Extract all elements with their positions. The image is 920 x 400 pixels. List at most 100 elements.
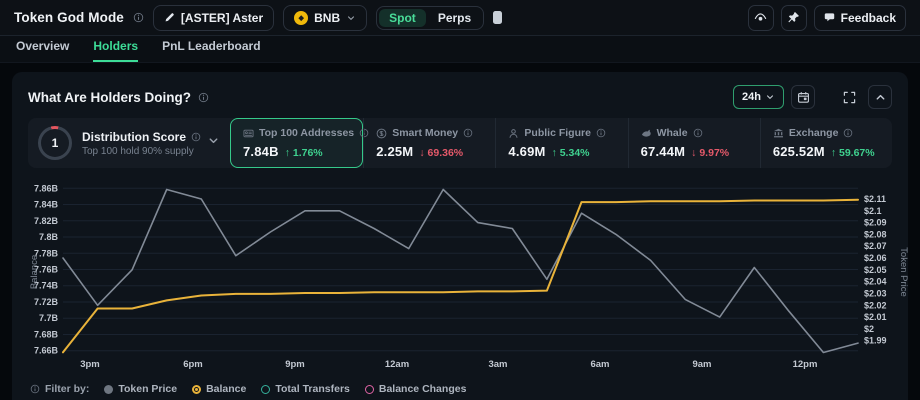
x-axis-tick: 12am — [385, 359, 409, 370]
chain-label: BNB — [314, 11, 340, 25]
stats-row: 1 Distribution Score Top 100 hold 90% su… — [28, 118, 892, 168]
stat-change: ↓ 9.97% — [691, 147, 729, 159]
balance-changes-radio-icon — [365, 385, 374, 394]
panel-header: What Are Holders Doing? 24h — [12, 72, 908, 118]
stat-label: Smart Money — [392, 127, 458, 139]
right-axis-tick: $2.11 — [864, 194, 886, 204]
left-axis-tick: 7.8B — [39, 232, 59, 242]
feedback-label: Feedback — [841, 11, 896, 25]
right-axis-tick: $2.05 — [864, 265, 887, 275]
watch-eye-button[interactable] — [748, 5, 774, 31]
info-icon[interactable] — [191, 132, 201, 142]
stat-label: Whale — [657, 127, 688, 139]
left-axis-tick: 7.7B — [39, 313, 59, 323]
x-axis-tick: 12pm — [793, 359, 818, 370]
stat-card-top-100-addresses[interactable]: Top 100 Addresses 7.84B ↑ 1.76% — [230, 118, 363, 168]
bank-icon — [773, 128, 784, 139]
right-axis-tick: $2.08 — [864, 229, 887, 239]
spot-tab[interactable]: Spot — [379, 9, 426, 27]
distribution-score-card[interactable]: 1 Distribution Score Top 100 hold 90% su… — [28, 118, 230, 168]
timeframe-select[interactable]: 24h — [733, 85, 784, 109]
balance-radio-icon — [192, 385, 201, 394]
right-axis-tick: $2.01 — [864, 312, 887, 322]
chevron-down-icon — [346, 13, 356, 23]
stat-change: ↓ 69.36% — [419, 147, 463, 159]
tab-overview[interactable]: Overview — [16, 39, 69, 62]
x-axis-tick: 9pm — [285, 359, 305, 370]
feedback-button[interactable]: Feedback — [814, 5, 906, 31]
filter-total-transfers[interactable]: Total Transfers — [261, 383, 350, 395]
chevron-down-icon[interactable] — [207, 134, 220, 152]
stat-value: 4.69M — [508, 144, 545, 159]
stat-change: ↑ 59.67% — [831, 147, 875, 159]
info-icon[interactable] — [30, 384, 40, 394]
id-card-icon — [243, 128, 254, 139]
right-axis-tick: $2.1 — [864, 206, 882, 216]
pin-button[interactable] — [781, 5, 807, 31]
calendar-button[interactable] — [791, 85, 815, 109]
stat-value: 67.44M — [641, 144, 686, 159]
right-axis-tick: $2.09 — [864, 218, 887, 228]
filter-balance-changes[interactable]: Balance Changes — [365, 383, 467, 395]
x-axis-tick: 3pm — [80, 359, 100, 370]
distribution-score-label: Distribution Score — [82, 130, 186, 144]
stat-change: ↑ 5.34% — [552, 147, 590, 159]
section-tabs: Overview Holders PnL Leaderboard — [0, 36, 920, 63]
tab-holders[interactable]: Holders — [93, 39, 138, 62]
token-selector-label: [ASTER] Aster — [181, 11, 263, 25]
info-icon[interactable] — [693, 128, 703, 138]
x-axis-tick: 9am — [692, 359, 711, 370]
token-price-line — [63, 190, 858, 353]
person-icon — [508, 128, 519, 139]
right-axis-tick: $2 — [864, 324, 874, 334]
stat-card-exchange[interactable]: Exchange 625.52M ↑ 59.67% — [760, 118, 892, 168]
pencil-icon — [164, 12, 175, 23]
info-icon[interactable] — [463, 128, 473, 138]
filter-balance[interactable]: Balance — [192, 383, 246, 395]
token-god-mode-page: Token God Mode [ASTER] Aster ◆ BNB Spot … — [0, 0, 920, 400]
tab-pnl-leaderboard[interactable]: PnL Leaderboard — [162, 39, 260, 62]
left-axis-tick: 7.72B — [34, 297, 59, 307]
right-axis-tick: $2.02 — [864, 300, 887, 310]
chain-selector[interactable]: ◆ BNB — [283, 5, 367, 31]
x-axis-tick: 6am — [590, 359, 609, 370]
left-axis-tick: 7.68B — [34, 329, 59, 339]
token-price-dot-icon — [104, 385, 113, 394]
right-axis-title: Token Price — [898, 247, 908, 297]
right-axis-tick: $2.06 — [864, 253, 887, 263]
right-axis-tick: $2.03 — [864, 288, 887, 298]
info-icon[interactable] — [843, 128, 853, 138]
timeframe-value: 24h — [742, 91, 761, 103]
left-axis-tick: 7.82B — [34, 216, 59, 226]
bnb-coin-icon: ◆ — [294, 11, 308, 25]
fullscreen-button[interactable] — [837, 85, 861, 109]
distribution-score-subtitle: Top 100 hold 90% supply — [82, 146, 197, 157]
chart-filter-row: Filter by: Token Price Balance Total Tra… — [30, 380, 466, 398]
right-axis-tick: $2.04 — [864, 277, 887, 287]
info-icon[interactable] — [596, 128, 606, 138]
stat-label: Exchange — [789, 127, 839, 139]
coin-icon — [376, 128, 387, 139]
stat-card-smart-money[interactable]: Smart Money 2.25M ↓ 69.36% — [363, 118, 495, 168]
holders-activity-chart[interactable]: 7.86B7.84B7.82B7.8B7.78B7.76B7.74B7.72B7… — [12, 176, 908, 382]
total-transfers-radio-icon — [261, 385, 270, 394]
filter-token-price[interactable]: Token Price — [104, 383, 177, 395]
distribution-score-gauge: 1 — [38, 126, 72, 160]
mobile-device-icon[interactable] — [493, 11, 502, 24]
info-icon[interactable] — [198, 92, 209, 103]
info-icon[interactable] — [133, 12, 144, 23]
market-mode-switch: Spot Perps — [376, 6, 484, 30]
holders-panel: What Are Holders Doing? 24h 1 Di — [12, 72, 908, 400]
left-axis-tick: 7.86B — [34, 183, 59, 193]
stat-card-whale[interactable]: Whale 67.44M ↓ 9.97% — [628, 118, 760, 168]
balance-line — [63, 200, 858, 353]
chevron-down-icon — [765, 92, 775, 102]
perps-tab[interactable]: Perps — [428, 9, 481, 27]
panel-title: What Are Holders Doing? — [28, 90, 191, 105]
left-axis-tick: 7.66B — [34, 346, 59, 356]
stat-card-public-figure[interactable]: Public Figure 4.69M ↑ 5.34% — [495, 118, 627, 168]
collapse-button[interactable] — [868, 85, 892, 109]
stat-value: 7.84B — [243, 144, 279, 159]
token-selector[interactable]: [ASTER] Aster — [153, 5, 274, 31]
x-axis-tick: 6pm — [183, 359, 203, 370]
